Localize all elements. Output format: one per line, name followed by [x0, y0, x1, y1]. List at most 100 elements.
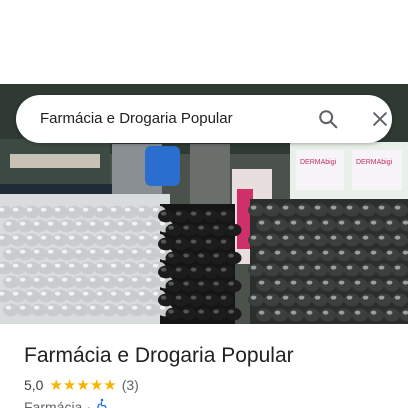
- bottle-cap: [288, 248, 304, 262]
- place-title[interactable]: Farmácia e Drogaria Popular: [24, 344, 294, 368]
- bottle-cap-highlight: [40, 235, 47, 240]
- bottle-cap: [272, 278, 288, 292]
- bottle-cap-highlight: [82, 263, 89, 268]
- bottle-cap-highlight: [282, 295, 289, 300]
- bottle-cap: [288, 308, 304, 322]
- bottle-cap: [195, 279, 212, 293]
- bottle-cap: [312, 233, 328, 247]
- bottle-cap: [180, 279, 197, 293]
- bottle-cap: [203, 293, 219, 307]
- rating-row[interactable]: 5,0 ★ ★ ★ ★ ★ (3): [24, 376, 139, 394]
- bottle-cap: [101, 219, 117, 233]
- bottle-cap: [352, 218, 368, 232]
- search-icon[interactable]: [314, 105, 342, 133]
- bottle-cap: [376, 203, 392, 217]
- bottle-cap: [122, 289, 138, 303]
- bottle-cap-highlight: [386, 250, 393, 255]
- rating-value: 5,0: [24, 377, 44, 393]
- bottle-cap: [195, 307, 212, 321]
- bottle-cap-highlight: [160, 267, 167, 272]
- bottle-cap: [122, 261, 138, 275]
- bottle-cap: [10, 233, 26, 247]
- bottle-cap-highlight: [298, 265, 305, 270]
- bottle-cap: [158, 265, 174, 279]
- review-count[interactable]: (3): [122, 377, 139, 393]
- bottle-cap: [344, 233, 360, 247]
- bottle-cap: [73, 275, 89, 289]
- bottle-cap-highlight: [138, 235, 145, 240]
- bottle-cap-highlight: [198, 253, 204, 258]
- bottle-cap: [3, 303, 19, 317]
- bottle-cap: [17, 275, 33, 289]
- bottle-cap-highlight: [124, 263, 131, 268]
- bottle-cap-highlight: [346, 265, 353, 270]
- bottle-cap-highlight: [205, 239, 212, 244]
- bottle-cap: [101, 303, 117, 317]
- bottle-cap-highlight: [258, 310, 265, 315]
- bottle-cap-highlight: [103, 249, 110, 254]
- bottle-cap-highlight: [124, 291, 131, 296]
- bottle-cap: [94, 233, 110, 247]
- search-query[interactable]: Farmácia e Drogaria Popular: [40, 110, 233, 127]
- bottle-cap-highlight: [110, 235, 117, 240]
- bottle-cap-highlight: [322, 250, 329, 255]
- bottle-cap: [31, 219, 47, 233]
- bottle-cap-highlight: [274, 310, 281, 315]
- bottle-cap: [143, 247, 159, 261]
- bottle-cap: [304, 218, 320, 232]
- bottle-cap-highlight: [205, 267, 212, 272]
- bottle-cap: [24, 233, 40, 247]
- bottle-cap-highlight: [124, 207, 131, 212]
- bottle-cap: [248, 203, 264, 217]
- bottle-cap-highlight: [110, 263, 117, 268]
- bottle-cap-highlight: [19, 305, 26, 310]
- bottle-cap: [225, 251, 242, 265]
- bottle-cap-highlight: [338, 250, 345, 255]
- bottle-cap: [256, 248, 272, 262]
- bottle-cap-highlight: [12, 235, 19, 240]
- bottle-cap: [143, 219, 159, 233]
- shelf-brand-label: DERMAbigi: [300, 159, 337, 166]
- bottle-cap-highlight: [228, 309, 234, 314]
- bottle-cap-highlight: [145, 277, 152, 282]
- bottle-cap-highlight: [5, 249, 12, 254]
- bottle-cap-highlight: [354, 220, 361, 225]
- bottle-cap-highlight: [228, 281, 234, 286]
- bottle-cap-highlight: [145, 249, 152, 254]
- bottle-cap: [66, 205, 82, 219]
- bottle-cap: [368, 248, 384, 262]
- bottle-cap-highlight: [5, 277, 12, 282]
- bottle-cap-highlight: [40, 207, 47, 212]
- bottle-cap: [59, 247, 75, 261]
- bottle-cap-highlight: [394, 235, 401, 240]
- bottle-cap-highlight: [290, 280, 297, 285]
- bottle-cap-highlight: [306, 310, 313, 315]
- bottle-cap: [312, 263, 328, 277]
- bottle-cap-highlight: [33, 249, 40, 254]
- category-row: Farmácia ·: [24, 398, 109, 408]
- close-icon[interactable]: [366, 105, 394, 133]
- search-bar[interactable]: Farmácia e Drogaria Popular: [16, 95, 392, 143]
- bottle-cap-highlight: [258, 220, 265, 225]
- bottle-cap-highlight: [152, 207, 159, 212]
- bottle-cap: [328, 233, 344, 247]
- bottle-cap: [210, 307, 227, 321]
- shelf-brand-label-2: DERMAbigi: [356, 159, 393, 166]
- bottle-cap-highlight: [131, 249, 138, 254]
- bottle-cap: [59, 303, 75, 317]
- bottle-cap: [203, 237, 219, 251]
- bottle-cap-highlight: [190, 211, 197, 216]
- bottle-cap: [10, 205, 26, 219]
- bottle-cap-highlight: [330, 295, 337, 300]
- bottle-cap: [52, 233, 68, 247]
- bottle-cap-highlight: [110, 291, 117, 296]
- bottle-cap-highlight: [394, 205, 401, 210]
- bottle-cap-highlight: [228, 225, 234, 230]
- bottle-cap-highlight: [306, 280, 313, 285]
- bottle-cap-highlight: [103, 305, 110, 310]
- bottle-cap-highlight: [378, 205, 385, 210]
- bottle-cap-highlight: [205, 295, 212, 300]
- bottle-cap-highlight: [362, 265, 369, 270]
- bottle-cap-highlight: [290, 250, 297, 255]
- bottle-cap: [360, 233, 376, 247]
